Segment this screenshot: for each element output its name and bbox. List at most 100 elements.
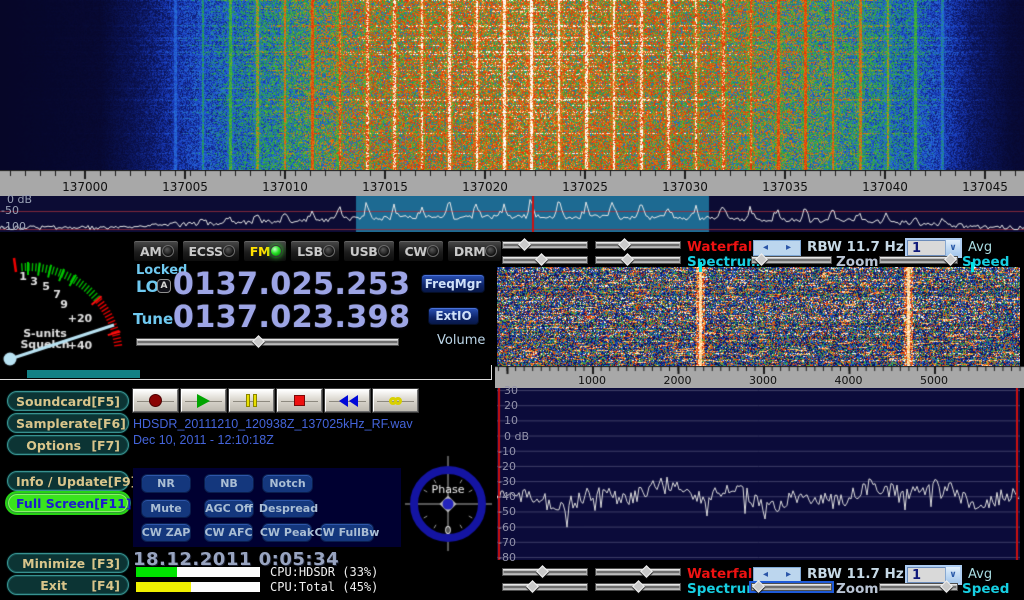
sidebar-button-exit[interactable]: Exit[F4] (7, 575, 129, 595)
dsp-button-cw-fullbw[interactable]: CW FullBw (320, 523, 374, 542)
lo-frequency-display[interactable]: 0137.025.253 (173, 270, 411, 300)
slider-thumb[interactable] (755, 253, 768, 266)
avg-label: Avg (968, 567, 992, 582)
lo-marker[interactable] (971, 262, 974, 272)
frequency-tick-label: 2000 (664, 374, 692, 387)
slider-thumb[interactable] (536, 565, 549, 578)
main-frequency-scale[interactable]: 1370001370051370101370151370201370251370… (0, 170, 1024, 196)
volume-slider[interactable] (136, 338, 399, 346)
record-button[interactable] (133, 389, 178, 412)
mode-button-am[interactable]: AM (133, 240, 179, 262)
tune-marker[interactable] (699, 262, 702, 272)
side-button-fkey: [F5] (91, 394, 120, 409)
frequency-tick-label: 137035 (762, 180, 808, 194)
combo-dropdown-icon[interactable]: ∨ (945, 240, 960, 256)
side-button-fkey: [F4] (91, 578, 120, 593)
zoomed-frequency-scale[interactable]: 10002000300040005000 (495, 366, 1024, 388)
spectrum-upper-limit-slider[interactable] (502, 256, 588, 264)
dsp-button-agc-off[interactable]: AGC Off (204, 499, 254, 518)
zoomed-waterfall-display[interactable] (497, 267, 1020, 366)
slider-thumb[interactable] (944, 253, 957, 266)
phase-indicator[interactable] (404, 452, 494, 552)
mode-button-label: CW (405, 244, 427, 259)
mode-button-label: AM (140, 244, 162, 259)
mode-led-icon (223, 245, 235, 257)
waterfall-upper-limit-slider[interactable] (502, 241, 588, 249)
sidebar-button-full-screen[interactable]: Full Screen[F11] (7, 493, 129, 513)
dsp-button-cw-zap[interactable]: CW ZAP (141, 523, 191, 542)
speed-slider[interactable] (879, 256, 958, 264)
s-meter[interactable] (0, 255, 130, 385)
zoom-slider[interactable] (751, 583, 832, 591)
waterfall-lower-limit-slider[interactable] (595, 241, 681, 249)
average-combo[interactable]: 1 ∨ (905, 565, 962, 585)
slider-thumb[interactable] (640, 565, 653, 578)
record-icon (149, 394, 162, 407)
dsp-button-notch[interactable]: Notch (262, 474, 313, 493)
scroll-left-icon[interactable]: ◂ (763, 243, 768, 253)
lo-auto-badge[interactable]: A (157, 279, 171, 293)
dsp-button-nr[interactable]: NR (141, 474, 191, 493)
slider-thumb[interactable] (621, 253, 634, 266)
slider-thumb[interactable] (632, 580, 645, 593)
speed-slider[interactable] (879, 583, 958, 591)
mode-button-usb[interactable]: USB (343, 240, 395, 262)
stop-button[interactable] (277, 389, 322, 412)
extio-button[interactable]: ExtIO (428, 307, 479, 325)
side-button-label: Info / Update (16, 474, 108, 489)
dsp-button-cw-peak[interactable]: CW Peak (262, 523, 312, 542)
dsp-button-despread[interactable]: Despread (262, 499, 315, 518)
dsp-button-nb[interactable]: NB (204, 474, 254, 493)
db-tick-label: 20 (504, 399, 518, 412)
waterfall-lower-limit-slider[interactable] (595, 568, 681, 576)
db-tick-label: -30 (498, 475, 516, 488)
db-tick-label: -10 (498, 445, 516, 458)
dsp-button-cw-afc[interactable]: CW AFC (204, 523, 253, 542)
slider-thumb[interactable] (526, 580, 539, 593)
scroll-right-icon[interactable]: ▸ (786, 243, 791, 253)
rewind-button[interactable] (325, 389, 370, 412)
zoom-label: Zoom (836, 581, 878, 597)
play-button[interactable] (181, 389, 226, 412)
main-waterfall-display[interactable] (0, 0, 1024, 170)
zoomed-spectrum-display[interactable] (497, 388, 1020, 560)
main-spectrum-display[interactable] (0, 196, 1024, 232)
slider-thumb[interactable] (535, 253, 548, 266)
average-combo[interactable]: 1 ∨ (905, 238, 962, 258)
mode-button-cw[interactable]: CW (398, 240, 444, 262)
db-tick-label: -100 (1, 220, 26, 233)
spectrum-lower-limit-slider[interactable] (595, 256, 681, 264)
volume-slider-thumb[interactable] (253, 335, 266, 348)
panel-divider-corner (491, 365, 492, 379)
squelch-level-bar[interactable] (27, 370, 140, 378)
mode-button-lsb[interactable]: LSB (290, 240, 340, 262)
spectrum-upper-limit-slider[interactable] (502, 583, 588, 591)
pause-button[interactable] (229, 389, 274, 412)
slider-thumb[interactable] (752, 580, 765, 593)
frequency-tick-label: 1000 (578, 374, 606, 387)
mode-button-label: ECSS (189, 244, 223, 259)
avg-label: Avg (968, 240, 992, 255)
zoom-slider[interactable] (751, 256, 832, 264)
sidebar-button-soundcard[interactable]: Soundcard[F5] (7, 391, 129, 411)
mode-button-fm[interactable]: FM (243, 240, 287, 262)
spectrum-lower-limit-slider[interactable] (595, 583, 681, 591)
scroll-left-icon[interactable]: ◂ (763, 570, 768, 580)
slider-thumb[interactable] (518, 238, 531, 251)
side-button-fkey: [F7] (91, 438, 120, 453)
freqmgr-button[interactable]: FreqMgr (421, 274, 485, 293)
loop-button[interactable] (373, 389, 418, 412)
scroll-right-icon[interactable]: ▸ (786, 570, 791, 580)
slider-thumb[interactable] (940, 580, 953, 593)
sidebar-button-options[interactable]: Options[F7] (7, 435, 129, 455)
sidebar-button-info-update[interactable]: Info / Update[F9] (7, 471, 129, 491)
waterfall-upper-limit-slider[interactable] (502, 568, 588, 576)
tune-frequency-display[interactable]: 0137.023.398 (173, 303, 411, 333)
frequency-tick-label: 137025 (562, 180, 608, 194)
slider-thumb[interactable] (618, 238, 631, 251)
sidebar-button-samplerate[interactable]: Samplerate[F6] (7, 413, 129, 433)
mode-button-ecss[interactable]: ECSS (182, 240, 240, 262)
sidebar-button-minimize[interactable]: Minimize[F3] (7, 553, 129, 573)
frequency-tick-label: 137000 (62, 180, 108, 194)
dsp-button-mute[interactable]: Mute (141, 499, 191, 518)
